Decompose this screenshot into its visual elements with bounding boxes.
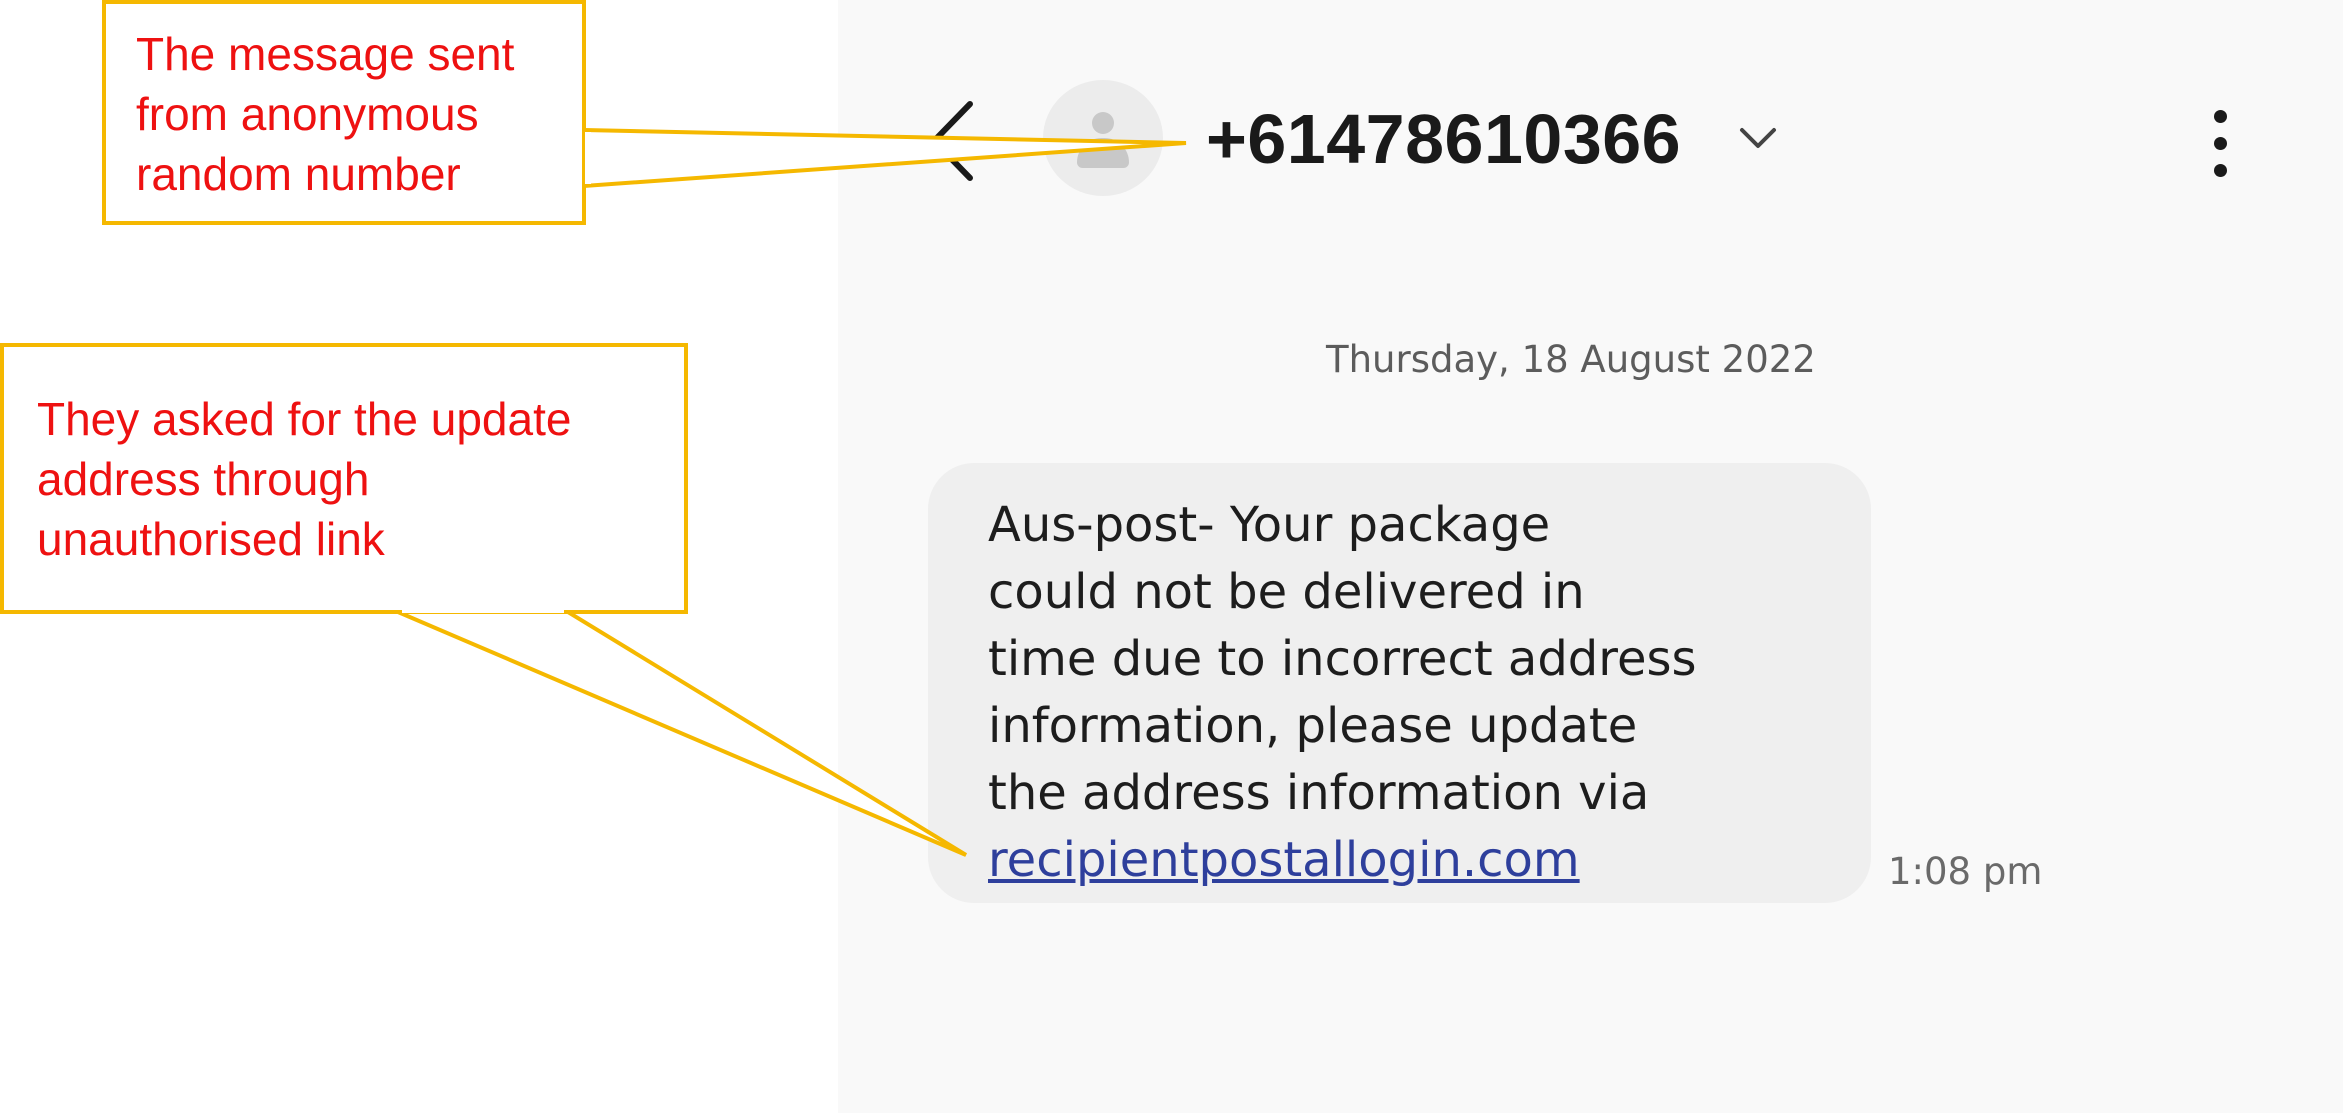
messaging-screen: +61478610366 Thursday, 18 August 2022 Au… (838, 0, 2343, 1113)
annotation-line: unauthorised link (37, 513, 385, 565)
message-line: Aus-post- Your package (988, 497, 1551, 553)
message-timestamp: 1:08 pm (1888, 850, 2043, 893)
annotation-callout: They asked for the update address throug… (0, 343, 688, 614)
message-text: Aus-post- Your package could not be deli… (988, 492, 1828, 894)
annotation-text: The message sent from anonymous random n… (136, 24, 514, 204)
annotation-callout: The message sent from anonymous random n… (102, 0, 586, 225)
annotation-line: from anonymous (136, 88, 479, 140)
message-line: time due to incorrect address (988, 631, 1697, 687)
avatar-head (1092, 112, 1114, 134)
annotation-line: address through (37, 453, 370, 505)
annotation-line: The message sent (136, 28, 515, 80)
avatar-shoulders (1077, 138, 1129, 168)
more-dot (2214, 164, 2227, 177)
more-dot (2214, 110, 2227, 123)
chevron-down-icon[interactable] (1736, 120, 1780, 154)
message-link[interactable]: recipientpostallogin.com (988, 832, 1580, 888)
annotation-text: They asked for the update address throug… (37, 389, 571, 569)
more-dot (2214, 137, 2227, 150)
back-button[interactable] (926, 98, 982, 184)
message-line: the address information via (988, 765, 1650, 821)
message-line: could not be delivered in (988, 564, 1585, 620)
contact-number[interactable]: +61478610366 (1206, 94, 1681, 184)
message-bubble[interactable]: Aus-post- Your package could not be deli… (928, 463, 1871, 903)
contact-avatar-icon[interactable] (1043, 80, 1163, 196)
annotation-line: random number (136, 148, 461, 200)
date-separator: Thursday, 18 August 2022 (1326, 338, 1816, 381)
conversation-header: +61478610366 (838, 0, 2343, 230)
more-options-icon[interactable] (2200, 104, 2240, 184)
back-arrow-icon (931, 101, 973, 181)
annotation-line: They asked for the update (37, 393, 572, 445)
message-line: information, please update (988, 698, 1638, 754)
